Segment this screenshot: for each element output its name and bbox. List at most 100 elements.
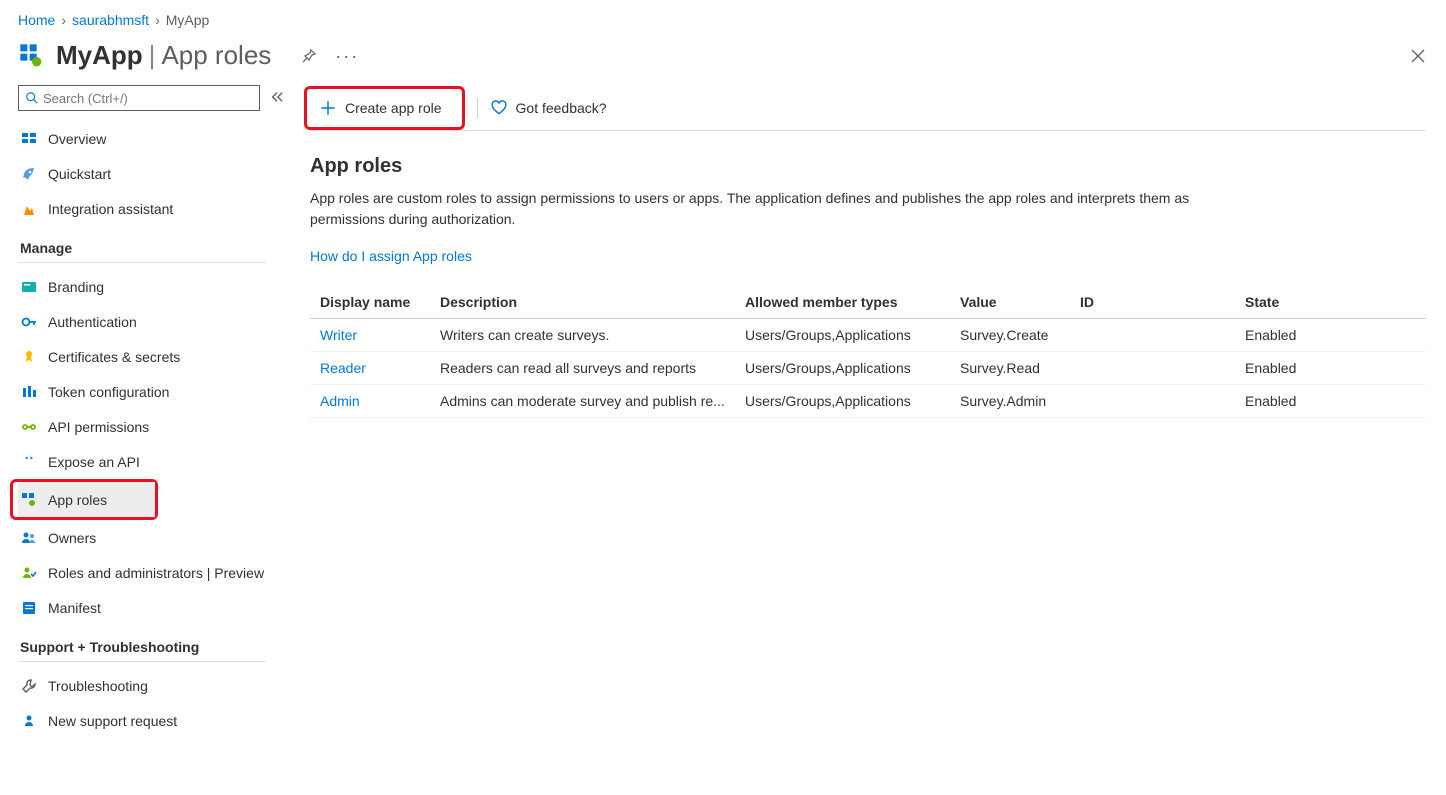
certificates-icon: [20, 348, 38, 366]
role-state: Enabled: [1235, 352, 1426, 385]
sidebar-item-label: Owners: [48, 530, 96, 546]
role-state: Enabled: [1235, 385, 1426, 418]
sidebar-item-label: Manifest: [48, 600, 101, 616]
breadcrumb-user[interactable]: saurabhmsft: [72, 12, 149, 28]
col-state[interactable]: State: [1235, 286, 1426, 319]
sidebar-section-support: Support + Troubleshooting: [18, 625, 266, 662]
sidebar-item-label: New support request: [48, 713, 177, 729]
app-icon: [18, 42, 46, 70]
sidebar-item-label: API permissions: [48, 419, 149, 435]
feedback-label: Got feedback?: [516, 100, 607, 116]
col-id[interactable]: ID: [1070, 286, 1235, 319]
role-id: [1070, 352, 1235, 385]
sidebar-item-overview[interactable]: Overview: [18, 121, 286, 156]
collapse-icon[interactable]: [270, 90, 288, 107]
search-input[interactable]: [18, 85, 260, 111]
branding-icon: [20, 278, 38, 296]
overview-icon: [20, 130, 38, 148]
sidebar-item-label: Quickstart: [48, 166, 111, 182]
sidebar-item-branding[interactable]: Branding: [18, 269, 286, 304]
app-roles-icon: [20, 491, 38, 509]
plus-icon: [319, 99, 337, 117]
col-description[interactable]: Description: [430, 286, 735, 319]
close-icon[interactable]: [1408, 46, 1428, 66]
search-icon: [25, 91, 39, 105]
role-value: Survey.Create: [950, 319, 1070, 352]
api-permissions-icon: [20, 418, 38, 436]
sidebar: Overview Quickstart Integration assistan…: [0, 85, 288, 792]
role-desc: Readers can read all surveys and reports: [430, 352, 735, 385]
roles-admins-icon: [20, 564, 38, 582]
sidebar-item-certificates[interactable]: Certificates & secrets: [18, 339, 286, 374]
chevron-right-icon: ›: [155, 12, 160, 28]
troubleshooting-icon: [20, 677, 38, 695]
role-id: [1070, 319, 1235, 352]
sidebar-item-manifest[interactable]: Manifest: [18, 590, 286, 625]
sidebar-item-troubleshooting[interactable]: Troubleshooting: [18, 668, 286, 703]
support-request-icon: [20, 712, 38, 730]
more-icon[interactable]: ···: [335, 47, 359, 65]
chevron-right-icon: ›: [61, 12, 66, 28]
sidebar-item-integration[interactable]: Integration assistant: [18, 191, 286, 226]
section-title: App roles: [310, 155, 1426, 178]
sidebar-item-label: Authentication: [48, 314, 137, 330]
sidebar-item-expose-api[interactable]: Expose an API: [18, 444, 286, 479]
sidebar-item-roles-admins[interactable]: Roles and administrators | Preview: [18, 555, 286, 590]
breadcrumb: Home › saurabhmsft › MyApp: [0, 0, 1446, 34]
breadcrumb-current: MyApp: [166, 12, 210, 28]
role-link[interactable]: Writer: [320, 327, 357, 343]
page-subtitle: App roles: [161, 40, 271, 71]
role-link[interactable]: Admin: [320, 393, 360, 409]
role-desc: Admins can moderate survey and publish r…: [430, 385, 735, 418]
page-header: MyApp | App roles ···: [0, 34, 1446, 85]
col-display-name[interactable]: Display name: [310, 286, 430, 319]
expose-api-icon: [20, 453, 38, 471]
role-desc: Writers can create surveys.: [430, 319, 735, 352]
sidebar-item-owners[interactable]: Owners: [18, 520, 286, 555]
token-icon: [20, 383, 38, 401]
page-title: MyApp: [56, 40, 143, 71]
sidebar-item-api-permissions[interactable]: API permissions: [18, 409, 286, 444]
authentication-icon: [20, 313, 38, 331]
role-value: Survey.Read: [950, 352, 1070, 385]
col-member-types[interactable]: Allowed member types: [735, 286, 950, 319]
sidebar-item-label: Certificates & secrets: [48, 349, 180, 365]
create-button-label: Create app role: [345, 100, 442, 116]
role-types: Users/Groups,Applications: [735, 352, 950, 385]
heart-icon: [490, 99, 508, 117]
sidebar-item-quickstart[interactable]: Quickstart: [18, 156, 286, 191]
owners-icon: [20, 529, 38, 547]
breadcrumb-home[interactable]: Home: [18, 12, 55, 28]
sidebar-item-label: App roles: [48, 492, 107, 508]
integration-icon: [20, 200, 38, 218]
quickstart-icon: [20, 165, 38, 183]
role-link[interactable]: Reader: [320, 360, 366, 376]
role-id: [1070, 385, 1235, 418]
app-roles-table: Display name Description Allowed member …: [310, 286, 1426, 418]
table-row[interactable]: Reader Readers can read all surveys and …: [310, 352, 1426, 385]
create-app-role-button[interactable]: Create app role: [315, 91, 454, 125]
sidebar-item-token[interactable]: Token configuration: [18, 374, 286, 409]
title-separator: |: [143, 40, 162, 71]
role-types: Users/Groups,Applications: [735, 385, 950, 418]
sidebar-item-app-roles[interactable]: App roles: [18, 482, 155, 517]
sidebar-item-authentication[interactable]: Authentication: [18, 304, 286, 339]
feedback-button[interactable]: Got feedback?: [490, 99, 607, 117]
manifest-icon: [20, 599, 38, 617]
sidebar-item-label: Overview: [48, 131, 106, 147]
sidebar-item-support-request[interactable]: New support request: [18, 703, 286, 738]
sidebar-item-label: Branding: [48, 279, 104, 295]
sidebar-item-label: Troubleshooting: [48, 678, 148, 694]
help-link[interactable]: How do I assign App roles: [310, 248, 472, 264]
pin-icon[interactable]: [301, 48, 317, 64]
sidebar-item-label: Token configuration: [48, 384, 169, 400]
table-row[interactable]: Writer Writers can create surveys. Users…: [310, 319, 1426, 352]
sidebar-section-manage: Manage: [18, 226, 266, 263]
search-field[interactable]: [39, 91, 253, 106]
sidebar-item-label: Roles and administrators | Preview: [48, 565, 264, 581]
toolbar: Create app role Got feedback?: [310, 91, 1426, 131]
toolbar-divider: [477, 98, 478, 118]
col-value[interactable]: Value: [950, 286, 1070, 319]
sidebar-item-label: Integration assistant: [48, 201, 173, 217]
table-row[interactable]: Admin Admins can moderate survey and pub…: [310, 385, 1426, 418]
